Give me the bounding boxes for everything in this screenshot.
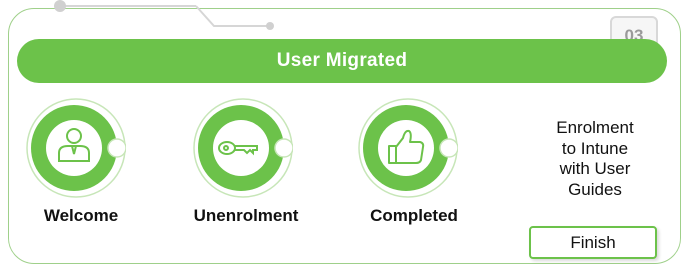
- completed-badge: [358, 98, 458, 198]
- welcome-badge: [26, 98, 126, 198]
- key-icon: [193, 98, 293, 198]
- finish-button[interactable]: Finish: [529, 226, 657, 259]
- description-line: Guides: [568, 179, 622, 199]
- description-line: with User: [559, 159, 631, 178]
- unenrolment-badge: [193, 98, 293, 198]
- stage-label-unenrolment: Unenrolment: [193, 206, 299, 225]
- stage-description: Enrolment to Intune with User Guides: [532, 118, 658, 200]
- page-title: User Migrated: [17, 39, 667, 83]
- description-line: to Intune: [561, 138, 629, 158]
- stage-label-completed: Completed: [370, 206, 458, 225]
- description-line: Enrolment: [556, 118, 634, 137]
- thumbs-up-icon: [358, 98, 458, 198]
- user-icon: [26, 98, 126, 198]
- stage-label-welcome: Welcome: [43, 206, 119, 225]
